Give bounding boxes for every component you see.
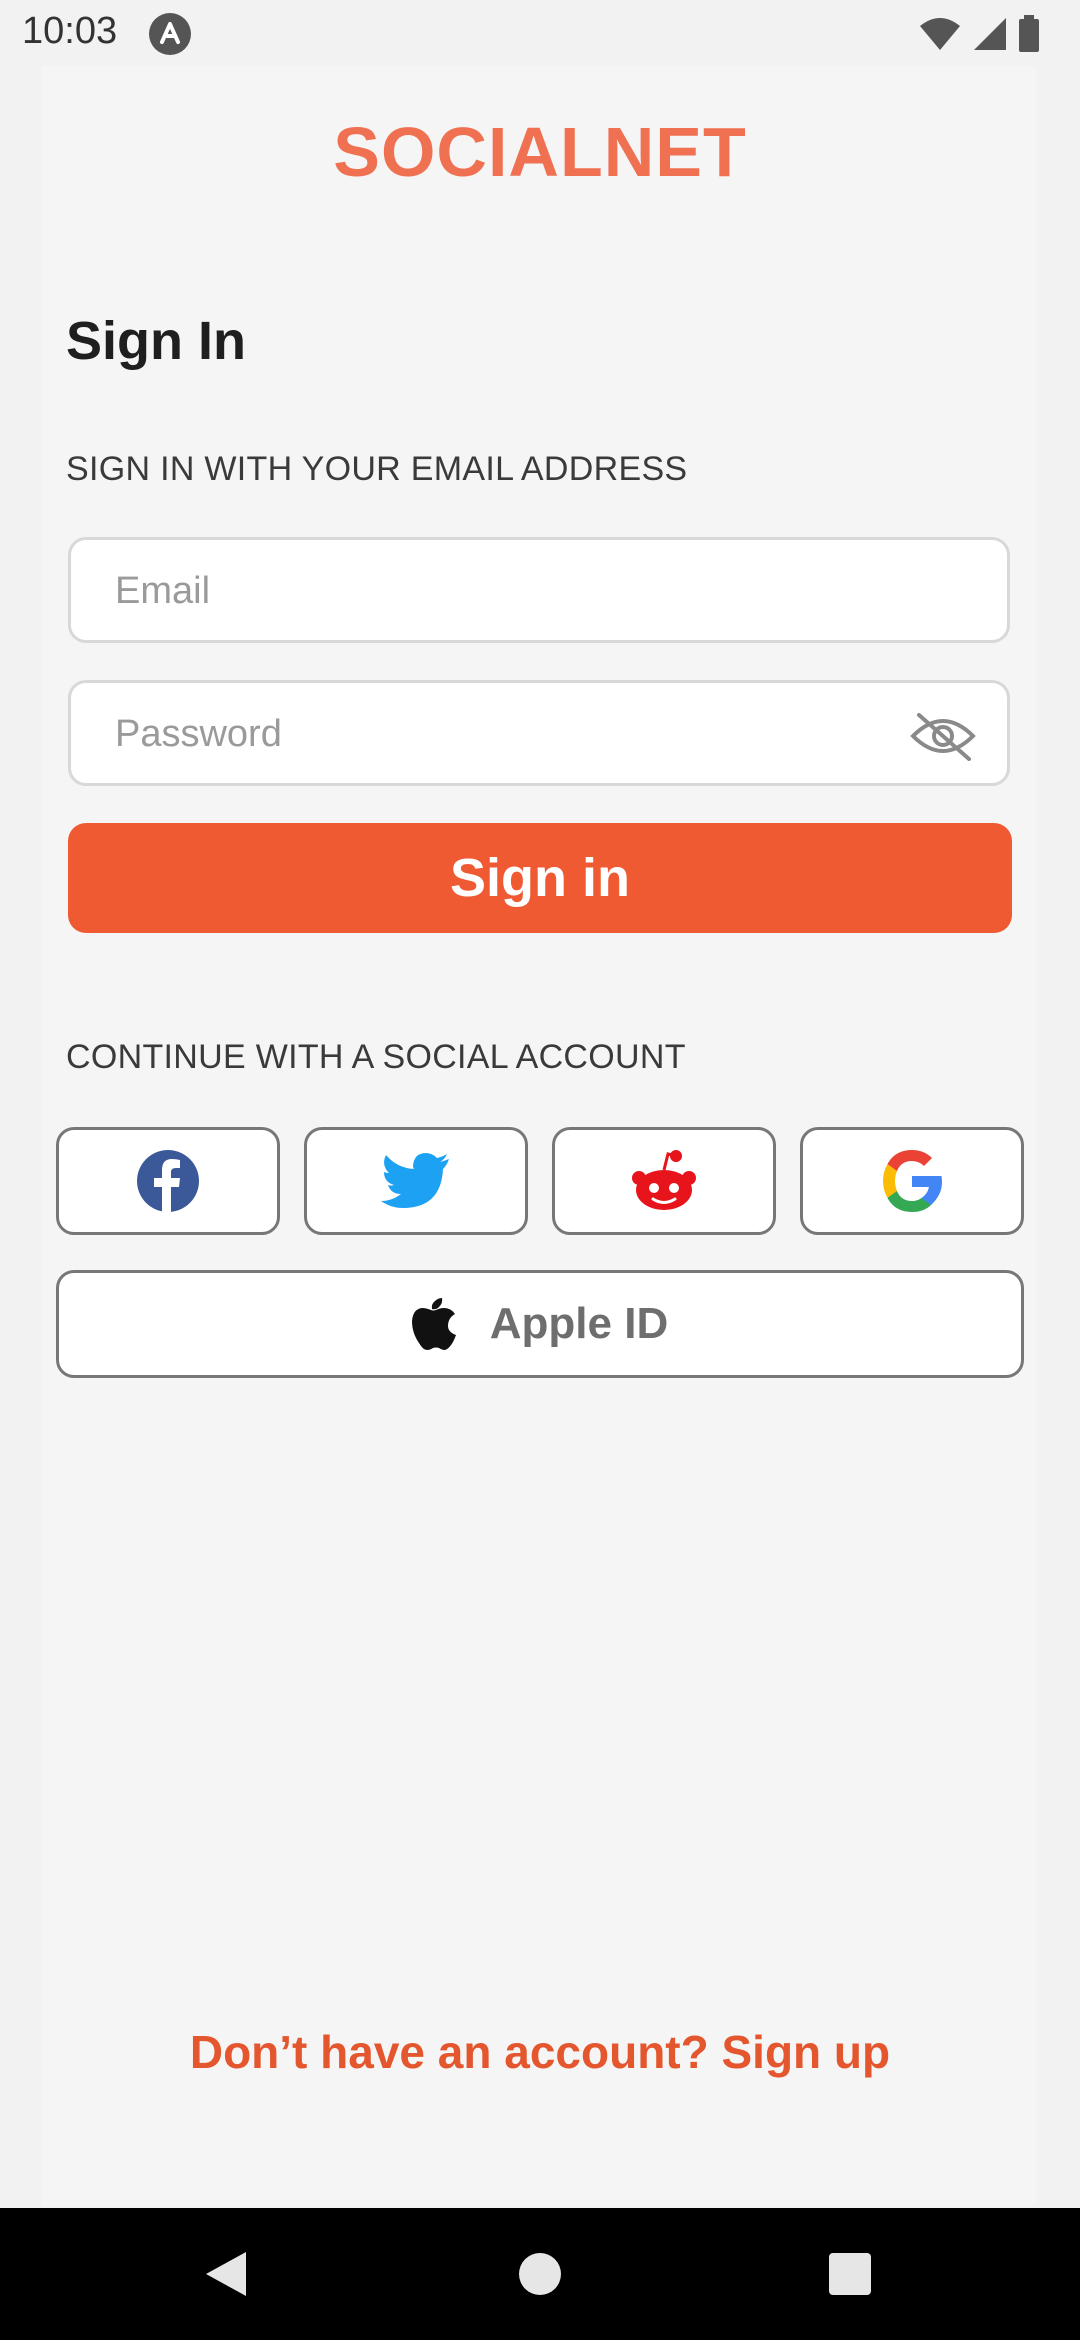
social-section-label: CONTINUE WITH A SOCIAL ACCOUNT [66, 1038, 686, 1076]
apple-id-button[interactable]: Apple ID [56, 1270, 1024, 1378]
facebook-icon [137, 1150, 199, 1213]
home-button[interactable] [460, 2208, 620, 2340]
google-button[interactable] [800, 1127, 1024, 1235]
apple-icon [411, 1298, 456, 1350]
battery-icon [1019, 15, 1039, 52]
page-title: Sign In [66, 311, 246, 371]
google-icon [883, 1150, 942, 1212]
navigation-bar [0, 2208, 1080, 2340]
cell-signal-icon [974, 18, 1006, 50]
status-time: 10:03 [22, 10, 118, 52]
status-bar: 10:03 [0, 0, 1080, 66]
back-icon [206, 2252, 246, 2296]
signup-link[interactable]: Don’t have an account? Sign up [0, 2025, 1080, 2079]
signin-button[interactable]: Sign in [68, 823, 1012, 933]
reddit-icon [632, 1150, 696, 1210]
email-input[interactable] [113, 540, 937, 642]
facebook-button[interactable] [56, 1127, 280, 1235]
status-icons [918, 14, 1040, 54]
wifi-icon [920, 18, 960, 50]
home-icon [519, 2253, 561, 2295]
email-field[interactable] [68, 537, 1010, 643]
email-section-label: SIGN IN WITH YOUR EMAIL ADDRESS [66, 450, 688, 488]
apple-id-label: Apple ID [489, 1299, 669, 1348]
eye-off-icon[interactable] [909, 711, 977, 761]
password-field[interactable] [68, 680, 1010, 786]
recents-button[interactable] [770, 2208, 930, 2340]
reddit-button[interactable] [552, 1127, 776, 1235]
app-logo: SOCIALNET [333, 113, 747, 191]
app-notification-icon [149, 13, 191, 55]
twitter-icon [381, 1153, 449, 1208]
password-input[interactable] [113, 683, 937, 785]
twitter-button[interactable] [304, 1127, 528, 1235]
recents-icon [829, 2253, 871, 2295]
back-button[interactable] [146, 2208, 306, 2340]
